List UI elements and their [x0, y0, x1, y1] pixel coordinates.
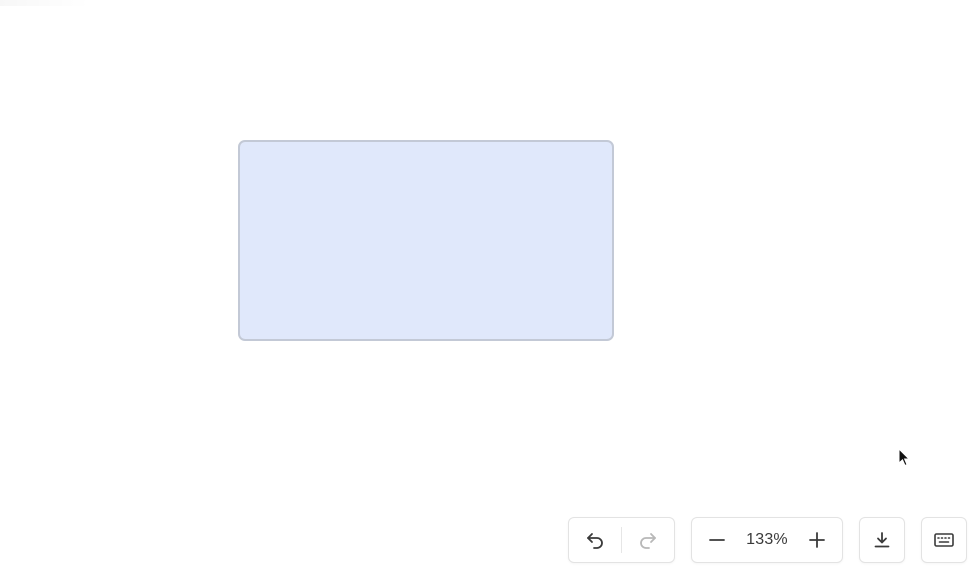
minus-icon	[709, 539, 725, 541]
undo-icon	[587, 533, 603, 549]
canvas-edge-shadow	[0, 0, 90, 6]
zoom-toolbar: 133%	[691, 517, 843, 563]
zoom-out-button[interactable]	[692, 518, 742, 562]
zoom-level-label[interactable]: 133%	[742, 531, 792, 549]
undo-button[interactable]	[569, 518, 621, 562]
drawing-canvas[interactable]	[0, 0, 976, 576]
download-toolbar	[859, 517, 905, 563]
download-button[interactable]	[860, 518, 904, 562]
history-toolbar	[568, 517, 675, 563]
redo-icon	[640, 533, 656, 549]
zoom-in-button[interactable]	[792, 518, 842, 562]
redo-button[interactable]	[622, 518, 674, 562]
keyboard-shortcuts-button[interactable]	[922, 518, 966, 562]
plus-icon	[809, 532, 825, 548]
download-icon	[874, 532, 890, 548]
keyboard-icon	[934, 533, 954, 547]
mouse-pointer-icon	[898, 448, 911, 467]
keyboard-toolbar	[921, 517, 967, 563]
rectangle-shape[interactable]	[238, 140, 614, 341]
